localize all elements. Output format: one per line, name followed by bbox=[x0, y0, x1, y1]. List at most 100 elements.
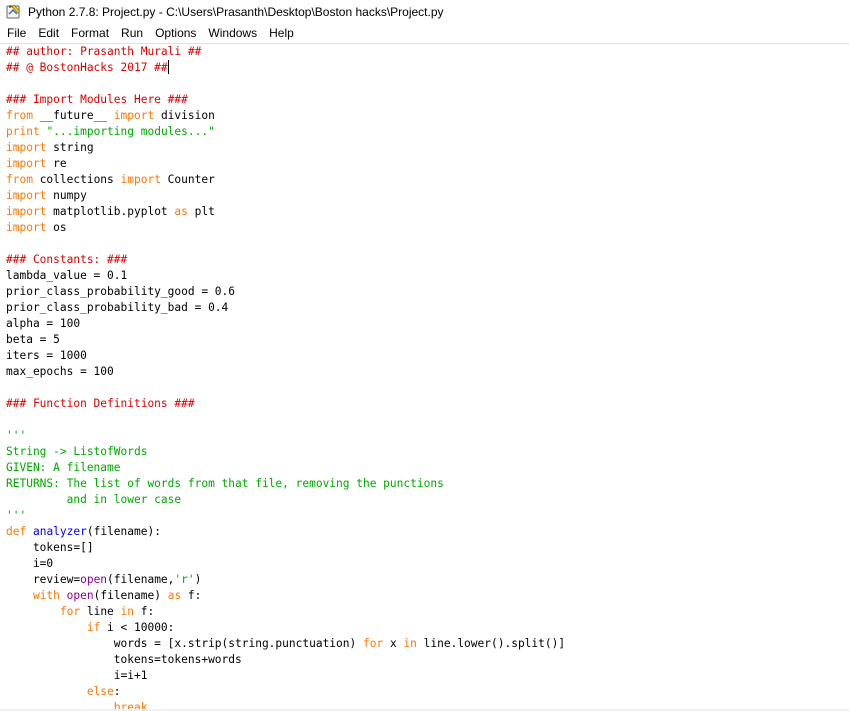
code-line: ## @ BostonHacks 2017 ## bbox=[6, 60, 565, 76]
menu-bar: File Edit Format Run Options Windows Help bbox=[0, 23, 849, 43]
text-cursor bbox=[167, 60, 169, 74]
code-token-keyword: from bbox=[6, 173, 33, 186]
code-line: import string bbox=[6, 140, 565, 156]
code-token-plain: __future__ bbox=[32, 109, 114, 122]
menu-format[interactable]: Format bbox=[65, 23, 115, 43]
code-token-plain: line.lower().split()] bbox=[416, 637, 566, 650]
code-token-keyword: as bbox=[174, 205, 188, 218]
code-token-plain: x bbox=[383, 637, 404, 650]
code-line: tokens=[] bbox=[6, 540, 565, 556]
code-token-plain: division bbox=[154, 109, 215, 122]
code-line: ''' bbox=[6, 508, 565, 524]
code-line: iters = 1000 bbox=[6, 348, 565, 364]
window-title: Python 2.7.8: Project.py - C:\Users\Pras… bbox=[28, 4, 444, 19]
code-token-comment: ### Import Modules Here ### bbox=[6, 93, 188, 106]
code-token-plain: alpha = 100 bbox=[6, 317, 81, 330]
code-line: ### Import Modules Here ### bbox=[6, 92, 565, 108]
code-token-plain: (filename) bbox=[93, 589, 168, 602]
code-token-plain: i=0 bbox=[6, 557, 54, 570]
code-line: for line in f: bbox=[6, 604, 565, 620]
code-token-plain: line bbox=[80, 605, 121, 618]
menu-edit[interactable]: Edit bbox=[32, 23, 65, 43]
code-line: if i < 10000: bbox=[6, 620, 565, 636]
code-line: review=open(filename,'r') bbox=[6, 572, 565, 588]
code-line: ### Constants: ### bbox=[6, 252, 565, 268]
code-token-builtin: open bbox=[66, 589, 94, 602]
code-token-string: String -> ListofWords bbox=[6, 445, 148, 458]
code-token-plain: (filename): bbox=[86, 525, 161, 538]
menu-run[interactable]: Run bbox=[115, 23, 149, 43]
code-token-plain: iters = 1000 bbox=[6, 349, 87, 362]
code-line: tokens=tokens+words bbox=[6, 652, 565, 668]
code-token-string: 'r' bbox=[174, 573, 195, 586]
code-line: String -> ListofWords bbox=[6, 444, 565, 460]
code-line: import matplotlib.pyplot as plt bbox=[6, 204, 565, 220]
code-token-plain: max_epochs = 100 bbox=[6, 365, 114, 378]
code-token-string: and in lower case bbox=[6, 493, 182, 506]
code-token-keyword: print bbox=[6, 125, 40, 138]
menu-windows[interactable]: Windows bbox=[202, 23, 263, 43]
code-token-keyword: def bbox=[6, 525, 27, 538]
code-token-plain: i < 10000: bbox=[100, 621, 175, 634]
code-token-plain: i=i+1 bbox=[6, 669, 148, 682]
code-token-plain: f: bbox=[134, 605, 155, 618]
code-token-comment: ### Function Definitions ### bbox=[6, 397, 195, 410]
code-token-keyword: for bbox=[59, 605, 81, 618]
code-line: i=i+1 bbox=[6, 668, 565, 684]
code-token-keyword: in bbox=[120, 605, 135, 618]
code-token-keyword: import bbox=[6, 221, 47, 234]
code-token-plain: lambda_value = 0.1 bbox=[6, 269, 128, 282]
code-token-string: "...importing modules..." bbox=[46, 125, 215, 138]
code-token-plain: prior_class_probability_bad = 0.4 bbox=[6, 301, 229, 314]
code-line: and in lower case bbox=[6, 492, 565, 508]
code-token-comment: ## author: Prasanth Murali ## bbox=[6, 45, 202, 58]
code-token-plain: numpy bbox=[46, 189, 87, 202]
code-line: beta = 5 bbox=[6, 332, 565, 348]
title-bar[interactable]: Python 2.7.8: Project.py - C:\Users\Pras… bbox=[0, 0, 849, 23]
code-token-keyword: in bbox=[403, 637, 417, 650]
code-line: else: bbox=[6, 684, 565, 700]
code-token-keyword: import bbox=[6, 205, 47, 218]
code-line: words = [x.strip(string.punctuation) for… bbox=[6, 636, 565, 652]
code-token-keyword: import bbox=[6, 189, 47, 202]
code-token-keyword: from bbox=[6, 109, 33, 122]
code-line: ''' bbox=[6, 428, 565, 444]
code-token-string: ''' bbox=[6, 429, 27, 442]
code-line: prior_class_probability_good = 0.6 bbox=[6, 284, 565, 300]
menu-file[interactable]: File bbox=[0, 23, 32, 43]
code-token-keyword: for bbox=[362, 637, 384, 650]
code-token-plain: collections bbox=[32, 173, 121, 186]
code-line: max_epochs = 100 bbox=[6, 364, 565, 380]
menu-options[interactable]: Options bbox=[149, 23, 202, 43]
code-text[interactable]: ## author: Prasanth Murali ## ## @ Boston… bbox=[6, 44, 565, 710]
code-line: prior_class_probability_bad = 0.4 bbox=[6, 300, 565, 316]
code-token-plain: (filename, bbox=[107, 573, 175, 586]
code-token-keyword: import bbox=[113, 109, 155, 122]
code-token-keyword: as bbox=[167, 589, 182, 602]
code-token-plain: Counter bbox=[160, 173, 215, 186]
code-token-plain: ) bbox=[194, 573, 202, 586]
code-line: print "...importing modules..." bbox=[6, 124, 565, 140]
code-token-builtin: open bbox=[80, 573, 108, 586]
code-token-plain: plt bbox=[187, 205, 215, 218]
code-line: import os bbox=[6, 220, 565, 236]
code-token-def: analyzer bbox=[32, 525, 87, 538]
python-idle-icon bbox=[6, 4, 22, 20]
code-line: import numpy bbox=[6, 188, 565, 204]
code-token-plain: f: bbox=[181, 589, 202, 602]
code-token-keyword: import bbox=[120, 173, 161, 186]
code-token-keyword: else bbox=[86, 685, 114, 698]
menu-help[interactable]: Help bbox=[263, 23, 300, 43]
code-token-plain: re bbox=[46, 157, 67, 170]
code-editor[interactable]: ## author: Prasanth Murali ## ## @ Boston… bbox=[0, 43, 849, 710]
code-token-keyword: with bbox=[32, 589, 60, 602]
